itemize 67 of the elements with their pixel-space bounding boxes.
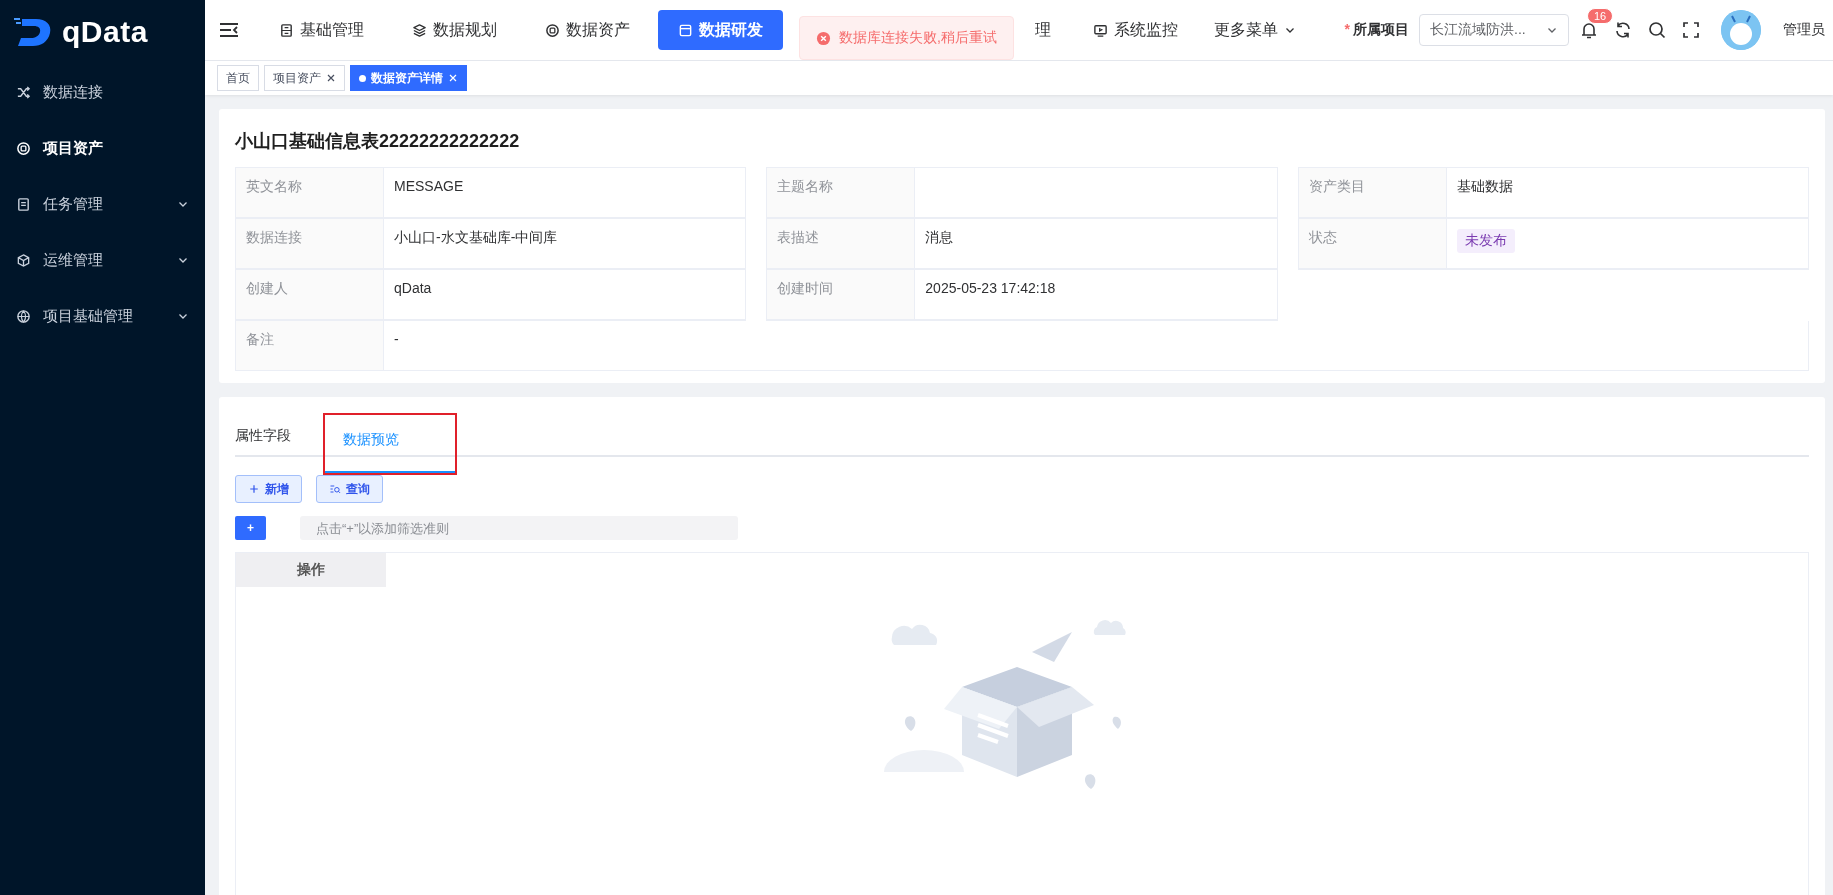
search-icon[interactable] [1647,20,1667,40]
column-header: 操作 [236,553,386,587]
shuffle-icon [16,84,31,100]
table-title: 小山口基础信息表22222222222222 [235,130,521,153]
document-icon [279,22,294,38]
menu-item[interactable]: 基础管理 [259,10,384,50]
project-select[interactable]: 长江流域防洪... [1419,14,1569,46]
bell-icon[interactable] [1579,20,1599,40]
layers-icon [412,22,427,38]
action-button[interactable]: 新增 [235,475,302,503]
field-value: MESSAGE [394,178,464,194]
notification-badge: 16 [1587,8,1614,24]
field-label: 备注 [236,321,384,370]
sidebar-item[interactable]: 数据连接 [0,64,205,120]
field-label: 资产类目 [1298,168,1447,217]
logo-text: qData [62,15,148,49]
sidebar-item[interactable]: 运维管理 [0,232,205,288]
field-value: qData [394,280,432,296]
menu-item[interactable]: 系统监控 [1079,10,1192,50]
page-tab[interactable]: 项目资产 [264,65,345,91]
menu-item[interactable]: 数据资产 [525,10,650,50]
menu-item[interactable]: 更多菜单 [1200,10,1310,50]
page-tab[interactable]: 数据资产详情 [350,65,467,91]
required-mark: * [1344,21,1350,37]
coin-icon [16,140,31,156]
menu-icon[interactable] [219,22,239,38]
sidebar-item[interactable]: 任务管理 [0,176,205,232]
refresh-icon[interactable] [1613,20,1633,40]
project-label: * 所属项目 [1344,21,1409,39]
cube-icon [16,252,31,268]
coin-icon [545,22,560,38]
add-filter-button[interactable]: + [235,516,266,540]
avatar-icon[interactable] [1721,10,1761,50]
field-value: 消息 [925,229,954,245]
field-value: 2025-05-23 17:42:18 [925,280,1056,296]
field-value: - [394,331,399,347]
field-label: 创建人 [236,270,384,319]
list-icon [16,196,31,212]
menu-item[interactable]: 数据研发 [658,10,783,50]
fullscreen-icon[interactable] [1681,20,1701,40]
field-label: 数据连接 [236,219,384,268]
plus-icon [248,483,260,495]
filter-field[interactable]: 点击“+”以添加筛选准则 [300,516,738,540]
tab[interactable]: 属性字段 [235,427,291,457]
action-button[interactable]: 查询 [316,475,383,503]
sidebar-item[interactable]: 项目基础管理 [0,288,205,344]
status-tag: 未发布 [1456,229,1515,253]
user-name[interactable]: 管理员 [1783,21,1825,39]
toast-message: 数据库连接失败,稍后重试 [839,29,997,47]
menu-item[interactable]: 理 [1035,10,1071,50]
field-value: 基础数据 [1456,178,1513,194]
dot-icon [359,74,366,82]
field-label: 表描述 [767,219,916,268]
sidebar-item[interactable]: 项目资产 [0,120,205,176]
field-label: 英文名称 [236,168,384,217]
close-icon[interactable] [326,73,336,83]
field-value: 小山口-水文基础库-中间库 [394,229,558,245]
field-label: 状态 [1298,219,1447,268]
field-label: 创建时间 [767,270,916,319]
error-icon [816,30,831,46]
menu-item[interactable]: 数据规划 [392,10,517,50]
globe-icon [16,308,31,324]
monitor-icon [1093,22,1108,38]
window-icon [678,22,693,38]
field-label: 主题名称 [767,168,916,217]
search-list-icon [329,483,341,495]
page-tab[interactable]: 首页 [217,65,259,91]
